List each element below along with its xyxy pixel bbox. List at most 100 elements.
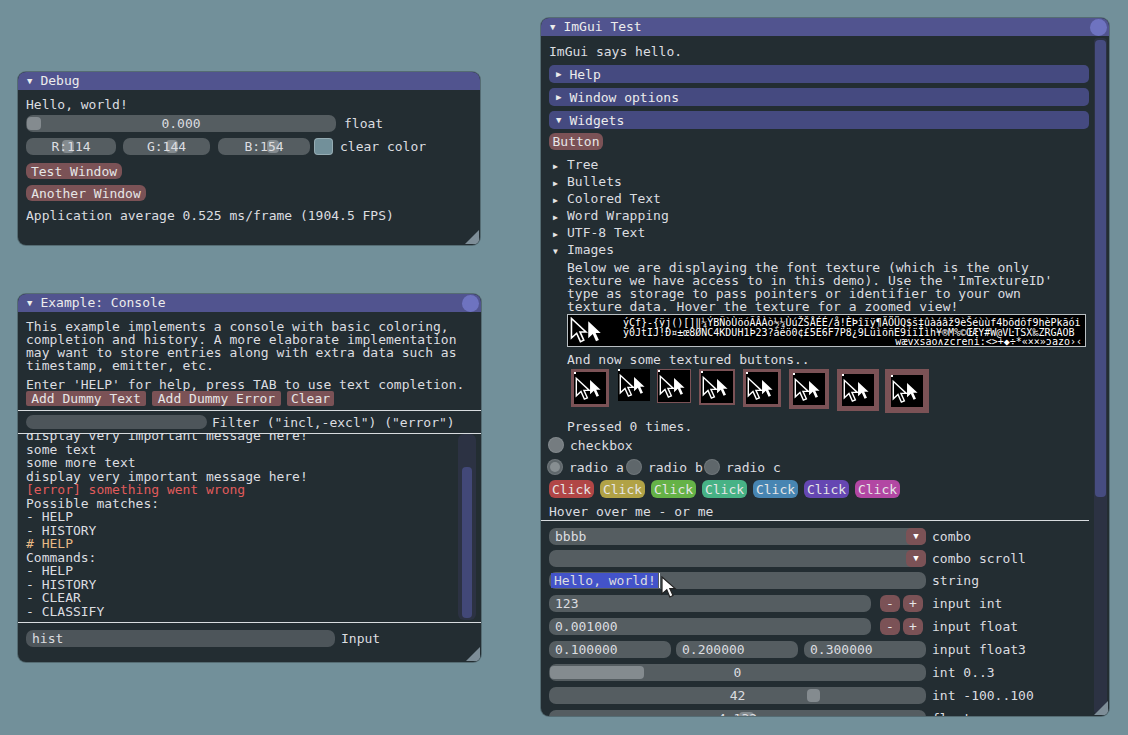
input-float-label: input float (932, 620, 1018, 633)
log-line: some text (26, 443, 96, 456)
tree-item-utf8[interactable]: UTF-8 Text (567, 226, 645, 239)
combo-arrow-button[interactable]: ▼ (906, 550, 926, 567)
console-log[interactable]: display very important message here! som… (18, 434, 481, 620)
color-field-r[interactable]: R:114 (26, 138, 116, 155)
image-button-7[interactable] (837, 369, 879, 411)
image-button-1[interactable] (571, 369, 609, 407)
collapse-icon[interactable]: ▼ (27, 72, 32, 90)
scrollbar[interactable] (1094, 38, 1107, 714)
font-texture-image[interactable]: ýÇf}-{ÿj()[]‖¼ÝBÑòÙöóÃÂÀò½¼ÙúŽŠÅÉÉ/å!ÈÞî… (567, 314, 1086, 347)
arrow-down-icon: ▼ (556, 111, 561, 129)
input-float3-label: input float3 (932, 643, 1026, 656)
image-button-5[interactable] (743, 369, 781, 407)
input-float-minus-button[interactable]: - (880, 618, 900, 635)
combo-scroll[interactable]: ▼ (549, 550, 926, 567)
console-titlebar[interactable]: ▼ Example: Console (18, 294, 481, 312)
console-scrollbar[interactable] (458, 434, 476, 620)
color-field-b[interactable]: B:154 (218, 138, 310, 155)
collapse-icon[interactable]: ▼ (27, 294, 32, 312)
resize-grip[interactable] (1094, 701, 1108, 715)
radio-b[interactable] (626, 459, 642, 475)
text-caret (659, 573, 660, 588)
slider-int2[interactable]: 42 (549, 687, 926, 704)
texture-glyph-row: wævxsao∧zcreni:<>+◆÷*«××»ɔazo›‹ (895, 337, 1082, 347)
log-line: # HELP (26, 537, 73, 550)
header-help[interactable]: ▶ Help (549, 65, 1089, 83)
tree-item-tree[interactable]: Tree (567, 158, 598, 171)
checkbox[interactable] (548, 437, 564, 453)
header-widgets[interactable]: ▼ Widgets (549, 111, 1089, 129)
slider-float[interactable]: 4.132 (549, 710, 926, 716)
string-input[interactable]: Hello, world! (549, 572, 926, 589)
radio-a[interactable] (547, 459, 563, 475)
click-button-6[interactable]: Click (804, 480, 849, 498)
combo[interactable]: bbbb ▼ (549, 528, 926, 545)
test-window-button[interactable]: Test Window (26, 163, 122, 179)
click-button-2[interactable]: Click (600, 480, 645, 498)
input-int[interactable]: 123 (549, 595, 871, 612)
click-button-3[interactable]: Click (651, 480, 696, 498)
window-title: Example: Console (40, 294, 165, 312)
mouse-cursor (661, 576, 681, 604)
button-widget[interactable]: Button (549, 133, 603, 150)
click-button-4[interactable]: Click (702, 480, 747, 498)
log-line: - HISTORY (26, 524, 96, 537)
click-button-1[interactable]: Click (549, 480, 594, 498)
close-button[interactable] (462, 295, 479, 312)
input-float3-x[interactable]: 0.100000 (549, 641, 671, 658)
image-button-6[interactable] (789, 369, 829, 409)
slider-float-label: float (932, 712, 971, 716)
tree-item-word-wrapping[interactable]: Word Wrapping (567, 209, 669, 222)
hover-text: Hover over me - or me (549, 505, 713, 518)
tree-item-colored-text[interactable]: Colored Text (567, 192, 661, 205)
scrollbar-grab[interactable] (1095, 40, 1106, 497)
arrow-right-icon: ▶ (553, 177, 558, 190)
click-button-7[interactable]: Click (855, 480, 900, 498)
image-button-4[interactable] (699, 369, 735, 405)
log-line: some more text (26, 456, 136, 469)
clear-button[interactable]: Clear (287, 391, 334, 406)
input-int-plus-button[interactable]: + (903, 595, 923, 612)
image-button-2[interactable] (618, 369, 650, 401)
click-button-5[interactable]: Click (753, 480, 798, 498)
radio-c[interactable] (704, 459, 720, 475)
input-float3-z[interactable]: 0.300000 (804, 641, 926, 658)
tree-item-images[interactable]: Images (567, 243, 614, 256)
float-slider[interactable]: 0.000 (26, 115, 336, 132)
console-input[interactable]: hist (26, 630, 335, 647)
another-window-button[interactable]: Another Window (26, 185, 146, 201)
close-button[interactable] (1090, 19, 1107, 36)
debug-titlebar[interactable]: ▼ Debug (18, 72, 480, 90)
cursor-glyphs-icon (570, 317, 614, 344)
input-int-minus-button[interactable]: - (880, 595, 900, 612)
color-field-g[interactable]: G:144 (123, 138, 210, 155)
console-input-value: hist (32, 632, 63, 645)
combo-arrow-icon: ▼ (913, 552, 918, 565)
header-window-options[interactable]: ▶ Window options (549, 88, 1089, 106)
combo-arrow-button[interactable]: ▼ (906, 528, 926, 545)
slider-int-label: int 0..3 (932, 666, 995, 679)
string-input-label: string (932, 574, 979, 587)
image-button-8[interactable] (885, 369, 929, 413)
image-button-3[interactable] (657, 369, 691, 403)
stats-text: Application average 0.525 ms/frame (1904… (26, 209, 394, 222)
clear-color-swatch[interactable] (314, 138, 333, 155)
hello-text: ImGui says hello. (549, 45, 682, 58)
slider-int[interactable]: 0 (549, 664, 926, 681)
console-input-label: Input (341, 632, 380, 645)
resize-grip[interactable] (465, 230, 479, 244)
add-dummy-text-button[interactable]: Add Dummy Text (26, 391, 146, 406)
filter-input[interactable] (26, 415, 207, 429)
tree-item-bullets[interactable]: Bullets (567, 175, 622, 188)
color-field-r-value: R:114 (26, 140, 116, 153)
collapse-icon[interactable]: ▼ (550, 18, 555, 36)
console-scrollbar-grab[interactable] (462, 467, 472, 618)
resize-grip[interactable] (466, 647, 480, 661)
input-float[interactable]: 0.001000 (549, 618, 871, 635)
add-dummy-error-button[interactable]: Add Dummy Error (152, 391, 281, 406)
input-float-plus-button[interactable]: + (903, 618, 923, 635)
separator (18, 410, 481, 411)
input-float3-y[interactable]: 0.200000 (676, 641, 798, 658)
imgui-test-titlebar[interactable]: ▼ ImGui Test (541, 18, 1109, 36)
slider-int2-label: int -100..100 (932, 689, 1034, 702)
